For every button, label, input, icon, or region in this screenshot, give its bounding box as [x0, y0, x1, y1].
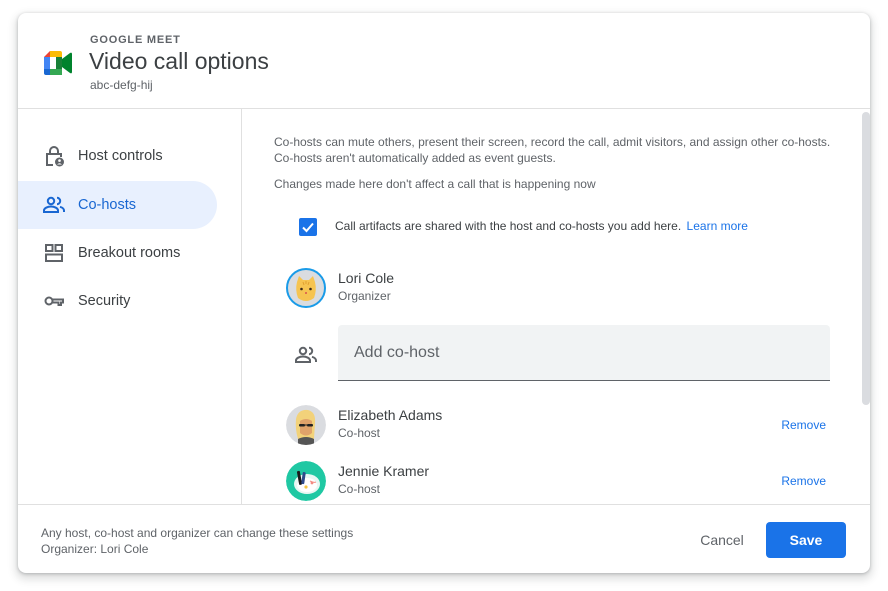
sidebar-item-label: Breakout rooms: [78, 245, 181, 261]
sidebar-item-label: Security: [78, 293, 131, 309]
sidebar-item-security[interactable]: Security: [18, 277, 217, 325]
organizer-name: Lori Cole: [338, 270, 395, 286]
sidebar-item-host-controls[interactable]: Host controls: [18, 132, 217, 180]
cancel-button[interactable]: Cancel: [687, 522, 757, 558]
google-meet-logo-icon: [44, 51, 72, 75]
learn-more-link[interactable]: Learn more: [687, 219, 748, 233]
co-hosts-description: Co-hosts can mute others, present their …: [274, 135, 831, 165]
breakout-rooms-icon: [45, 244, 63, 262]
co-host-row: Elizabeth Adams Co-host Remove: [286, 405, 826, 449]
dialog-title: Video call options: [89, 48, 269, 74]
co-host-name: Elizabeth Adams: [338, 407, 443, 423]
co-hosts-panel: Co-hosts can mute others, present their …: [242, 109, 862, 504]
co-host-role: Co-host: [338, 482, 381, 496]
content-scrollbar[interactable]: [862, 112, 870, 405]
call-artifacts-label: Call artifacts are shared with the host …: [335, 219, 748, 233]
co-host-name: Jennie Kramer: [338, 463, 430, 479]
call-artifacts-checkbox[interactable]: [299, 218, 317, 236]
key-icon: [44, 296, 64, 306]
dialog-header: GOOGLE MEET Video call options abc-defg-…: [18, 13, 870, 109]
sidebar-item-co-hosts[interactable]: Co-hosts: [18, 181, 217, 229]
avatar: [286, 268, 326, 308]
organizer-role: Organizer: [338, 289, 391, 303]
meeting-code: abc-defg-hij: [90, 78, 153, 92]
co-host-row: Jennie Kramer Co-host Remove: [286, 461, 826, 504]
sidebar-item-label: Host controls: [78, 148, 163, 164]
remove-co-host-button[interactable]: Remove: [781, 418, 826, 432]
footer-permissions-note: Any host, co-host and organizer can chan…: [41, 526, 354, 540]
checkmark-icon: [302, 222, 314, 233]
footer-organizer: Organizer: Lori Cole: [41, 542, 149, 556]
sidebar-item-breakout-rooms[interactable]: Breakout rooms: [18, 229, 217, 277]
add-co-host-input[interactable]: [338, 325, 830, 380]
avatar: [286, 405, 326, 445]
save-button[interactable]: Save: [766, 522, 846, 558]
lock-person-icon: [46, 146, 64, 167]
remove-co-host-button[interactable]: Remove: [781, 474, 826, 488]
sidebar-nav: Host controls Co-hosts Breakout rooms Se…: [18, 109, 242, 504]
add-people-icon: [295, 346, 317, 363]
video-call-options-dialog: GOOGLE MEET Video call options abc-defg-…: [18, 13, 870, 573]
sidebar-item-label: Co-hosts: [78, 197, 137, 213]
app-name: GOOGLE MEET: [90, 34, 181, 46]
avatar: [286, 461, 326, 501]
call-artifacts-text: Call artifacts are shared with the host …: [335, 219, 682, 233]
add-co-host-field[interactable]: [338, 325, 830, 381]
changes-note: Changes made here don't affect a call th…: [274, 177, 596, 191]
footer-info: Any host, co-host and organizer can chan…: [41, 525, 353, 557]
dialog-footer: Any host, co-host and organizer can chan…: [18, 504, 870, 573]
co-host-role: Co-host: [338, 426, 381, 440]
organizer-row: Lori Cole Organizer: [286, 268, 826, 312]
people-icon: [43, 196, 65, 213]
